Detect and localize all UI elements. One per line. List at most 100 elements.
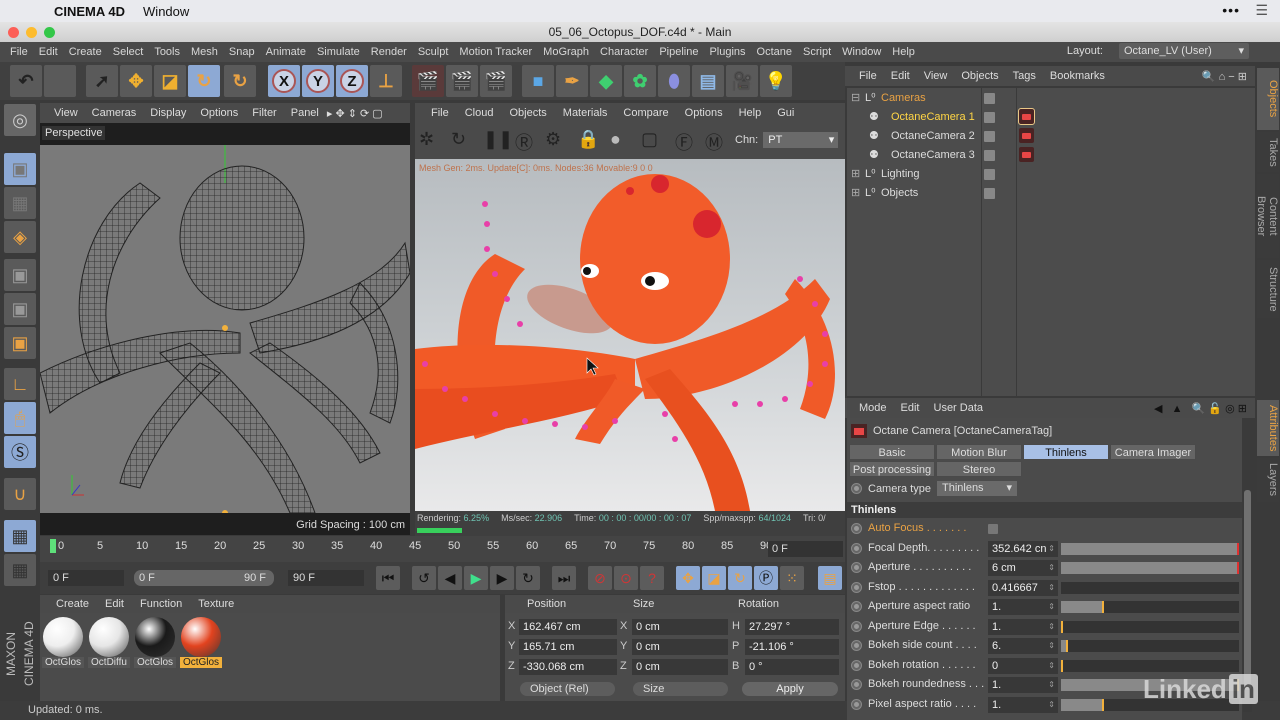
tweak-mode-icon[interactable]: 🖱 <box>4 402 36 434</box>
key-pla-icon[interactable]: ⁙ <box>780 566 804 590</box>
menu-pipeline[interactable]: Pipeline <box>659 46 698 58</box>
tab-objects[interactable]: Objects <box>1257 68 1279 130</box>
menu-simulate[interactable]: Simulate <box>317 46 360 58</box>
visibility-toggle[interactable] <box>984 169 995 180</box>
menu-render[interactable]: Render <box>371 46 407 58</box>
attribute-slider[interactable] <box>1061 601 1239 613</box>
attribute-slider[interactable] <box>1061 581 1239 594</box>
close-window-button[interactable] <box>8 27 19 38</box>
tab-motion-blur[interactable]: Motion Blur <box>936 444 1022 460</box>
attribute-slider[interactable] <box>1061 640 1239 652</box>
size-z-field[interactable]: 0 cm <box>632 659 728 675</box>
attributes-menu-edit[interactable]: Edit <box>901 402 920 414</box>
viewport-menu-options[interactable]: Options <box>200 107 238 119</box>
animate-radio[interactable] <box>851 562 862 573</box>
slider-handle[interactable] <box>1237 542 1239 555</box>
coordinate-mode-dropdown[interactable]: Object (Rel) <box>520 682 615 696</box>
collapse-icon[interactable]: ⊟ <box>851 89 860 108</box>
restart-render-icon[interactable]: ↻ <box>451 129 466 150</box>
live-selection-icon[interactable]: ➚ <box>86 65 118 97</box>
material-ball-icon[interactable]: ● <box>610 129 621 150</box>
animate-radio[interactable] <box>851 640 862 651</box>
octane-menu-cloud[interactable]: Cloud <box>465 107 494 119</box>
cube-icon[interactable]: ■ <box>522 65 554 97</box>
octane-menu-file[interactable]: File <box>431 107 449 119</box>
axis-mode-icon[interactable]: ∟ <box>4 368 36 400</box>
animate-radio[interactable] <box>851 601 862 612</box>
z-axis-icon[interactable]: Z <box>336 65 368 97</box>
animate-radio[interactable] <box>851 523 862 534</box>
tab-content-browser[interactable]: Content Browser <box>1255 174 1279 258</box>
recent-tool-icon[interactable]: ↻ <box>224 65 256 97</box>
layout-dropdown[interactable]: Octane_LV (User) <box>1119 43 1249 59</box>
material-item-selected[interactable]: OctGlos <box>180 617 222 673</box>
attribute-slider[interactable] <box>1061 542 1239 555</box>
make-editable-icon[interactable]: ◎ <box>4 104 36 136</box>
attribute-slider[interactable] <box>1061 562 1239 574</box>
key-position-icon[interactable]: ✥ <box>676 566 700 590</box>
tab-thinlens[interactable]: Thinlens <box>1023 444 1109 460</box>
menu-mograph[interactable]: MoGraph <box>543 46 589 58</box>
minimize-window-button[interactable] <box>26 27 37 38</box>
record-keys-icon[interactable]: ⊘ <box>588 566 612 590</box>
slider-handle[interactable] <box>1237 562 1239 574</box>
animate-radio[interactable] <box>851 620 862 632</box>
animate-radio[interactable] <box>851 542 862 554</box>
menu-mesh[interactable]: Mesh <box>191 46 218 58</box>
visibility-toggle[interactable] <box>984 131 995 142</box>
rotation-b-field[interactable]: 0 ° <box>745 659 839 675</box>
redo-icon[interactable] <box>44 65 76 97</box>
menu-character[interactable]: Character <box>600 46 648 58</box>
floor-icon[interactable]: ▤ <box>692 65 724 97</box>
render-view-icon[interactable]: 🎬 <box>412 65 444 97</box>
coordinate-system-icon[interactable]: ⊥ <box>370 65 402 97</box>
attribute-value-field[interactable]: 1. <box>988 677 1058 693</box>
menu-sculpt[interactable]: Sculpt <box>418 46 449 58</box>
rotation-p-field[interactable]: -21.106 ° <box>745 639 839 655</box>
object-row-lighting[interactable]: ⊞ L⁰ Lighting <box>847 165 1255 184</box>
region-render-icon[interactable]: Ⓡ <box>515 129 533 155</box>
perspective-viewport[interactable]: Perspective Grid Spacing : 100 cm <box>40 123 410 535</box>
visibility-toggle[interactable] <box>984 188 995 199</box>
object-row-octanecamera-1[interactable]: ⚉ OctaneCamera 1 <box>847 108 1255 127</box>
expand-icon[interactable]: ⊞ <box>851 165 860 184</box>
tab-stereo[interactable]: Stereo <box>936 461 1022 477</box>
menu-snap[interactable]: Snap <box>229 46 255 58</box>
expand-icon[interactable]: ⊞ <box>851 184 860 203</box>
menu-motion-tracker[interactable]: Motion Tracker <box>459 46 532 58</box>
viewport-menu-view[interactable]: View <box>54 107 78 119</box>
attribute-value-field[interactable]: 1. <box>988 618 1058 635</box>
attribute-value-field[interactable]: 6 cm <box>988 560 1058 576</box>
octane-menu-objects[interactable]: Objects <box>509 107 546 119</box>
menu-plugins[interactable]: Plugins <box>709 46 745 58</box>
pen-spline-icon[interactable]: ✒ <box>556 65 588 97</box>
menu-file[interactable]: File <box>10 46 28 58</box>
frame-range-slider[interactable]: 0 F 90 F <box>134 570 274 586</box>
object-menu-tags[interactable]: Tags <box>1013 70 1036 82</box>
octane-camera-tag-icon[interactable] <box>1019 147 1034 162</box>
attribute-value-field[interactable]: 1. <box>988 696 1058 713</box>
texture-mode-icon[interactable]: ▦ <box>4 187 36 219</box>
goto-end-icon[interactable]: ⏭ <box>552 566 576 590</box>
cloner-icon[interactable]: ✿ <box>624 65 656 97</box>
viewport-menu-panel[interactable]: Panel <box>291 107 319 119</box>
size-mode-dropdown[interactable]: Size <box>633 682 728 696</box>
object-menu-edit[interactable]: Edit <box>891 70 910 82</box>
polygons-mode-icon[interactable]: ▣ <box>4 327 36 359</box>
pause-render-icon[interactable]: ❚❚ <box>483 129 513 150</box>
tab-layers[interactable]: Layers <box>1257 458 1279 502</box>
subdivision-icon[interactable]: ◆ <box>590 65 622 97</box>
viewport-menu-display[interactable]: Display <box>150 107 186 119</box>
move-icon[interactable]: ✥ <box>120 65 152 97</box>
undo-icon[interactable]: ↶ <box>10 65 42 97</box>
prev-frame-icon[interactable]: ◀ <box>438 566 462 590</box>
attribute-slider[interactable] <box>1061 659 1239 672</box>
attribute-value-field[interactable]: 6. <box>988 638 1058 654</box>
attributes-menu-mode[interactable]: Mode <box>859 402 887 414</box>
material-item[interactable]: OctGlos <box>134 617 176 673</box>
workplane-lock-icon[interactable]: ▦ <box>4 520 36 552</box>
menu-select[interactable]: Select <box>113 46 144 58</box>
menu-window[interactable]: Window <box>842 46 881 58</box>
menu-tools[interactable]: Tools <box>154 46 180 58</box>
material-menu-function[interactable]: Function <box>140 598 182 610</box>
